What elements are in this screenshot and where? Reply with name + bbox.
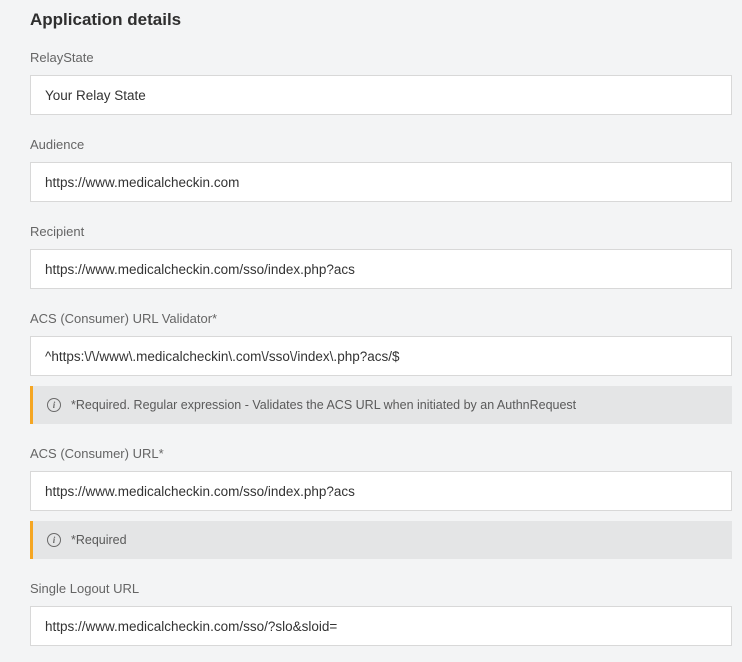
acs-validator-input[interactable] bbox=[30, 336, 732, 376]
acs-url-label: ACS (Consumer) URL* bbox=[30, 446, 732, 461]
single-logout-input[interactable] bbox=[30, 606, 732, 646]
relay-state-label: RelayState bbox=[30, 50, 732, 65]
acs-validator-helper: i *Required. Regular expression - Valida… bbox=[30, 386, 732, 424]
info-icon: i bbox=[47, 398, 61, 412]
acs-url-input[interactable] bbox=[30, 471, 732, 511]
audience-label: Audience bbox=[30, 137, 732, 152]
acs-url-helper-text: *Required bbox=[71, 533, 127, 547]
relay-state-input[interactable] bbox=[30, 75, 732, 115]
audience-group: Audience bbox=[30, 137, 732, 202]
audience-input[interactable] bbox=[30, 162, 732, 202]
acs-url-helper: i *Required bbox=[30, 521, 732, 559]
acs-validator-label: ACS (Consumer) URL Validator* bbox=[30, 311, 732, 326]
single-logout-group: Single Logout URL bbox=[30, 581, 732, 646]
recipient-input[interactable] bbox=[30, 249, 732, 289]
section-title: Application details bbox=[30, 10, 732, 30]
recipient-label: Recipient bbox=[30, 224, 732, 239]
acs-url-group: ACS (Consumer) URL* i *Required bbox=[30, 446, 732, 559]
info-icon: i bbox=[47, 533, 61, 547]
single-logout-label: Single Logout URL bbox=[30, 581, 732, 596]
relay-state-group: RelayState bbox=[30, 50, 732, 115]
recipient-group: Recipient bbox=[30, 224, 732, 289]
acs-validator-group: ACS (Consumer) URL Validator* i *Require… bbox=[30, 311, 732, 424]
acs-validator-helper-text: *Required. Regular expression - Validate… bbox=[71, 398, 576, 412]
